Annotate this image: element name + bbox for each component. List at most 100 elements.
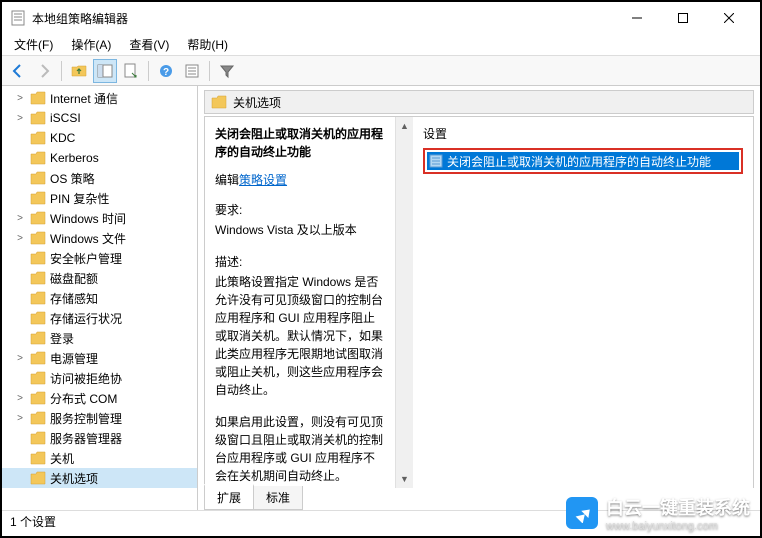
- edit-policy-row: 编辑策略设置: [215, 171, 385, 189]
- window-title: 本地组策略编辑器: [32, 10, 614, 27]
- status-count: 1 个设置: [10, 513, 56, 530]
- right-panel: 关机选项 关闭会阻止或取消关机的应用程序的自动终止功能 编辑策略设置 要求: W…: [198, 86, 760, 510]
- tree-item[interactable]: > 分布式 COM: [2, 388, 197, 408]
- tree-item[interactable]: >电源管理: [2, 348, 197, 368]
- description-label: 描述:: [215, 253, 385, 271]
- toolbar-separator: [61, 61, 62, 81]
- chevron-icon[interactable]: >: [14, 353, 26, 364]
- watermark-url: www.baiyunxitong.com: [606, 520, 750, 532]
- tree-item[interactable]: 关机: [2, 448, 197, 468]
- tree-item[interactable]: > iSCSI: [2, 108, 197, 128]
- description-para1: 此策略设置指定 Windows 是否允许没有可见顶级窗口的控制台应用程序和 GU…: [215, 273, 385, 399]
- back-button[interactable]: [6, 59, 30, 83]
- tree-item[interactable]: 登录: [2, 328, 197, 348]
- tree-item[interactable]: 磁盘配额: [2, 268, 197, 288]
- folder-icon: [211, 95, 227, 109]
- settings-column: 设置 关闭会阻止或取消关机的应用程序的自动终止功能: [413, 117, 753, 488]
- tree-item[interactable]: > Windows 文件: [2, 228, 197, 248]
- chevron-icon[interactable]: >: [14, 93, 26, 104]
- tree-item-label: 服务控制管理: [50, 410, 122, 427]
- tree-item-label: 磁盘配额: [50, 270, 98, 287]
- tree-item-label: 分布式 COM: [50, 390, 117, 407]
- main-area: > Internet 通信 > iSCSI KDC Kerberos OS 策略 PIN 复杂…: [2, 86, 760, 510]
- export-button[interactable]: [119, 59, 143, 83]
- menubar: 文件(F) 操作(A) 查看(V) 帮助(H): [2, 34, 760, 56]
- menu-help[interactable]: 帮助(H): [179, 34, 236, 55]
- close-button[interactable]: [706, 3, 752, 33]
- scroll-down-button[interactable]: ▼: [396, 470, 413, 488]
- properties-button[interactable]: [180, 59, 204, 83]
- tree-item-label: 访问被拒绝协: [50, 370, 122, 387]
- watermark-icon: [566, 497, 598, 529]
- settings-item-label: 关闭会阻止或取消关机的应用程序的自动终止功能: [447, 153, 711, 170]
- tree-item[interactable]: > 服务控制管理: [2, 408, 197, 428]
- scroll-up-button[interactable]: ▲: [396, 117, 413, 135]
- tree-item-label: 登录: [50, 330, 74, 347]
- details-header-title: 关机选项: [233, 94, 281, 111]
- tree-item-label: 存储运行状况: [50, 310, 122, 327]
- menu-file[interactable]: 文件(F): [6, 34, 61, 55]
- settings-item[interactable]: 关闭会阻止或取消关机的应用程序的自动终止功能: [427, 152, 739, 170]
- settings-list-highlight: 关闭会阻止或取消关机的应用程序的自动终止功能: [423, 148, 743, 174]
- tree-item-label: OS 策略: [50, 170, 95, 187]
- tree-item[interactable]: 关机选项: [2, 468, 197, 488]
- tab-extended[interactable]: 扩展: [204, 484, 254, 510]
- maximize-button[interactable]: [660, 3, 706, 33]
- tree-item[interactable]: Kerberos: [2, 148, 197, 168]
- forward-button[interactable]: [32, 59, 56, 83]
- settings-header[interactable]: 设置: [423, 125, 743, 148]
- description-column: 关闭会阻止或取消关机的应用程序的自动终止功能 编辑策略设置 要求: Window…: [205, 117, 395, 488]
- tab-standard[interactable]: 标准: [253, 486, 303, 510]
- watermark-title: 白云一键重装系统: [606, 494, 750, 520]
- filter-button[interactable]: [215, 59, 239, 83]
- chevron-icon[interactable]: >: [14, 393, 26, 404]
- tree-panel[interactable]: > Internet 通信 > iSCSI KDC Kerberos OS 策略 PIN 复杂…: [2, 86, 198, 510]
- app-icon: [10, 10, 26, 26]
- tree-item-label: Windows 文件: [50, 230, 126, 247]
- policy-title: 关闭会阻止或取消关机的应用程序的自动终止功能: [215, 125, 385, 161]
- chevron-icon[interactable]: >: [14, 413, 26, 424]
- edit-prefix: 编辑: [215, 173, 239, 187]
- details-header: 关机选项: [204, 90, 754, 114]
- edit-policy-link[interactable]: 策略设置: [239, 173, 287, 187]
- tree-item-label: 服务器管理器: [50, 430, 122, 447]
- requirements-value: Windows Vista 及以上版本: [215, 221, 385, 239]
- show-tree-button[interactable]: [93, 59, 117, 83]
- tree-item-label: PIN 复杂性: [50, 190, 109, 207]
- tree-item[interactable]: 存储运行状况: [2, 308, 197, 328]
- minimize-button[interactable]: [614, 3, 660, 33]
- tree-item[interactable]: PIN 复杂性: [2, 188, 197, 208]
- chevron-icon[interactable]: >: [14, 233, 26, 244]
- tree-item[interactable]: 安全帐户管理: [2, 248, 197, 268]
- tree-item[interactable]: 访问被拒绝协: [2, 368, 197, 388]
- requirements-label: 要求:: [215, 201, 385, 219]
- tree-item-label: 关机: [50, 450, 74, 467]
- tree-item-label: 存储感知: [50, 290, 98, 307]
- chevron-icon[interactable]: >: [14, 113, 26, 124]
- titlebar: 本地组策略编辑器: [2, 2, 760, 34]
- tree-item[interactable]: >Windows 时间: [2, 208, 197, 228]
- policy-icon: [429, 154, 443, 168]
- tree-item-label: Internet 通信: [50, 90, 118, 107]
- details-body: 关闭会阻止或取消关机的应用程序的自动终止功能 编辑策略设置 要求: Window…: [204, 116, 754, 488]
- menu-action[interactable]: 操作(A): [63, 34, 119, 55]
- watermark: 白云一键重装系统 www.baiyunxitong.com: [566, 494, 750, 532]
- description-scrollbar[interactable]: ▲ ▼: [395, 117, 413, 488]
- tree-item-label: iSCSI: [50, 111, 81, 125]
- tree-item-label: 安全帐户管理: [50, 250, 122, 267]
- chevron-icon[interactable]: >: [14, 213, 26, 224]
- tree-item[interactable]: KDC: [2, 128, 197, 148]
- tree-item[interactable]: 服务器管理器: [2, 428, 197, 448]
- svg-text:?: ?: [163, 67, 169, 78]
- tree-item[interactable]: > Internet 通信: [2, 88, 197, 108]
- description-para2: 如果启用此设置，则没有可见顶级窗口且阻止或取消关机的控制台应用程序或 GUI 应…: [215, 413, 385, 485]
- toolbar-separator: [148, 61, 149, 81]
- tree-item[interactable]: OS 策略: [2, 168, 197, 188]
- help-button[interactable]: ?: [154, 59, 178, 83]
- toolbar: ?: [2, 56, 760, 86]
- menu-view[interactable]: 查看(V): [121, 34, 177, 55]
- up-button[interactable]: [67, 59, 91, 83]
- tree-item-label: 关机选项: [50, 470, 98, 487]
- tree-item[interactable]: 存储感知: [2, 288, 197, 308]
- tree-item-label: KDC: [50, 131, 75, 145]
